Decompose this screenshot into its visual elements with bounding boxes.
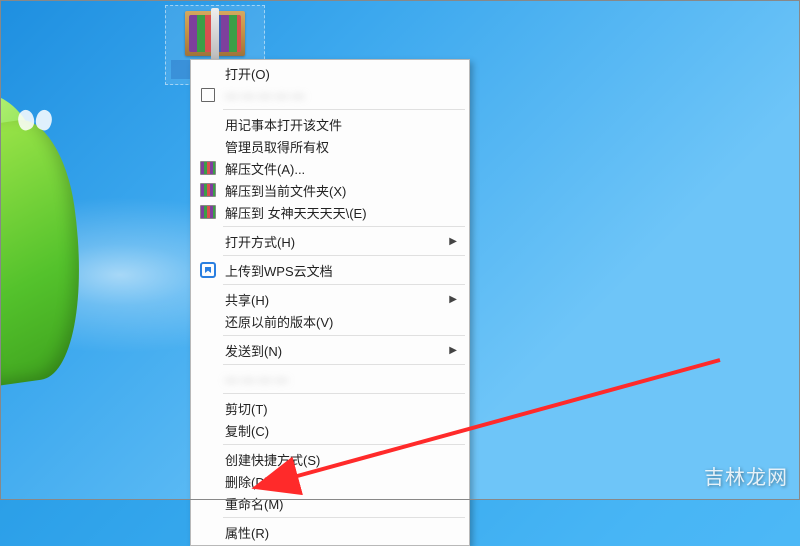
menu-label: 复制(C) <box>225 421 269 440</box>
menu-blurred-item[interactable]: — — — — <box>193 368 467 390</box>
menu-label: 共享(H) <box>225 290 269 309</box>
wps-cloud-icon <box>199 261 217 279</box>
menu-label: 创建快捷方式(S) <box>225 450 320 469</box>
menu-properties[interactable]: 属性(R) <box>193 521 467 543</box>
rar-archive-icon <box>185 11 245 56</box>
menu-label: 打开方式(H) <box>225 232 295 251</box>
menu-label: 属性(R) <box>225 523 269 542</box>
menu-extract-to-folder[interactable]: 解压到 女神天天天天\(E) <box>193 201 467 223</box>
decoration-butterfly <box>18 110 52 138</box>
menu-copy[interactable]: 复制(C) <box>193 419 467 441</box>
chevron-right-icon: ▶ <box>449 236 457 247</box>
menu-delete[interactable]: 删除(D) <box>193 470 467 492</box>
watermark: 吉林龙网 <box>704 461 788 490</box>
menu-open-with[interactable]: 打开方式(H) ▶ <box>193 230 467 252</box>
menu-restore-previous[interactable]: 还原以前的版本(V) <box>193 310 467 332</box>
share-icon <box>199 86 217 104</box>
menu-separator <box>223 226 465 227</box>
menu-separator <box>223 517 465 518</box>
menu-open-with-notepad[interactable]: 用记事本打开该文件 <box>193 113 467 135</box>
menu-rename[interactable]: 重命名(M) <box>193 492 467 514</box>
menu-label: 解压文件(A)... <box>225 159 305 178</box>
menu-label: 重命名(M) <box>225 494 284 513</box>
menu-separator <box>223 393 465 394</box>
menu-extract-files[interactable]: 解压文件(A)... <box>193 157 467 179</box>
chevron-right-icon: ▶ <box>449 294 457 305</box>
menu-separator <box>223 444 465 445</box>
menu-label: 管理员取得所有权 <box>225 137 329 156</box>
menu-take-ownership[interactable]: 管理员取得所有权 <box>193 135 467 157</box>
rar-archive-icon <box>199 203 217 221</box>
menu-separator <box>223 335 465 336</box>
menu-blurred-item[interactable]: — — — — — <box>193 84 467 106</box>
menu-share[interactable]: 共享(H) ▶ <box>193 288 467 310</box>
menu-separator <box>223 364 465 365</box>
menu-label: 打开(O) <box>225 64 270 83</box>
menu-label: 用记事本打开该文件 <box>225 115 342 134</box>
menu-label: — — — — — <box>225 88 304 103</box>
menu-separator <box>223 284 465 285</box>
chevron-right-icon: ▶ <box>449 345 457 356</box>
rar-archive-icon <box>199 159 217 177</box>
menu-label: 删除(D) <box>225 472 269 491</box>
menu-open[interactable]: 打开(O) <box>193 62 467 84</box>
menu-separator <box>223 255 465 256</box>
menu-label: 解压到 女神天天天天\(E) <box>225 203 367 222</box>
menu-label: 发送到(N) <box>225 341 282 360</box>
menu-label: — — — — <box>225 372 288 387</box>
menu-create-shortcut[interactable]: 创建快捷方式(S) <box>193 448 467 470</box>
menu-send-to[interactable]: 发送到(N) ▶ <box>193 339 467 361</box>
menu-label: 剪切(T) <box>225 399 268 418</box>
menu-upload-wps[interactable]: 上传到WPS云文档 <box>193 259 467 281</box>
menu-cut[interactable]: 剪切(T) <box>193 397 467 419</box>
menu-label: 上传到WPS云文档 <box>225 261 333 280</box>
menu-separator <box>223 109 465 110</box>
menu-label: 解压到当前文件夹(X) <box>225 181 346 200</box>
rar-archive-icon <box>199 181 217 199</box>
menu-label: 还原以前的版本(V) <box>225 312 333 331</box>
context-menu: 打开(O) — — — — — 用记事本打开该文件 管理员取得所有权 解压文件(… <box>190 59 470 546</box>
menu-extract-here[interactable]: 解压到当前文件夹(X) <box>193 179 467 201</box>
